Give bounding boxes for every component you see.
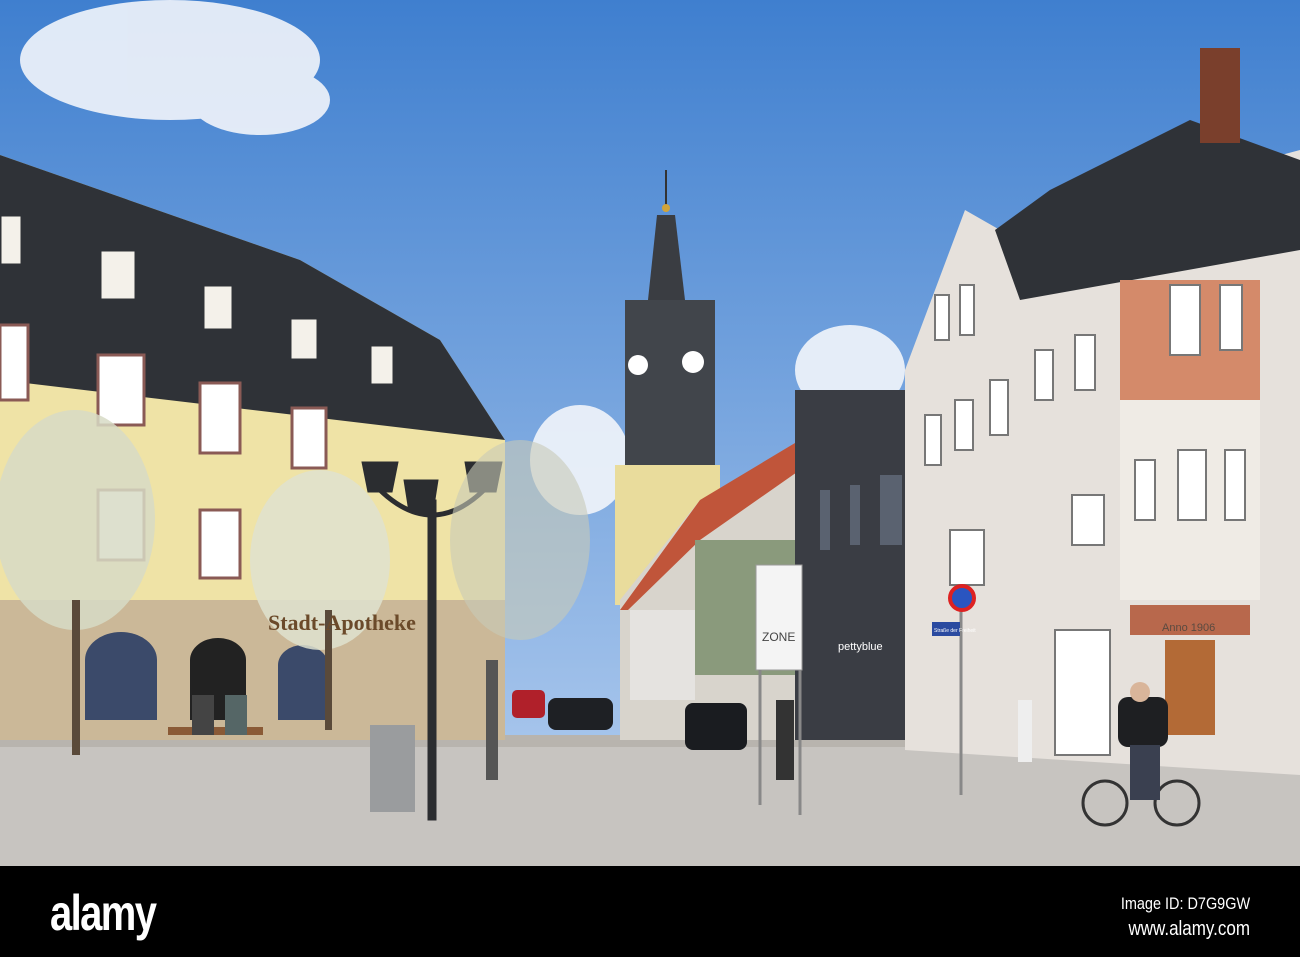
dark-building: pettyblue — [795, 390, 917, 740]
bench — [168, 727, 263, 735]
clock-face — [682, 351, 704, 373]
no-parking-sign — [948, 584, 976, 612]
alamy-logo: alamy — [50, 885, 157, 941]
pharmacy-sign: Stadt-Apotheke — [268, 610, 416, 635]
street-name-sign: Straße der Freiheit — [934, 628, 976, 634]
image-id: Image ID: D7G9GW — [1120, 894, 1250, 913]
shop-sign-pettyblue: pettyblue — [838, 641, 883, 653]
zone-sign: ZONE — [762, 630, 795, 644]
year-sign: Anno 1906 — [1162, 622, 1215, 634]
watermark-url: www.alamy.com — [1128, 918, 1250, 940]
street-photo: pettyblue Anno 1906 ZONE Straße der Frei… — [0, 0, 1300, 957]
town-square-scene: pettyblue Anno 1906 ZONE Straße der Frei… — [0, 0, 1300, 866]
watermark-bar: alamy Image ID: D7G9GW www.alamy.com — [0, 866, 1300, 957]
clock-face — [628, 355, 648, 375]
waste-bin — [370, 725, 415, 812]
